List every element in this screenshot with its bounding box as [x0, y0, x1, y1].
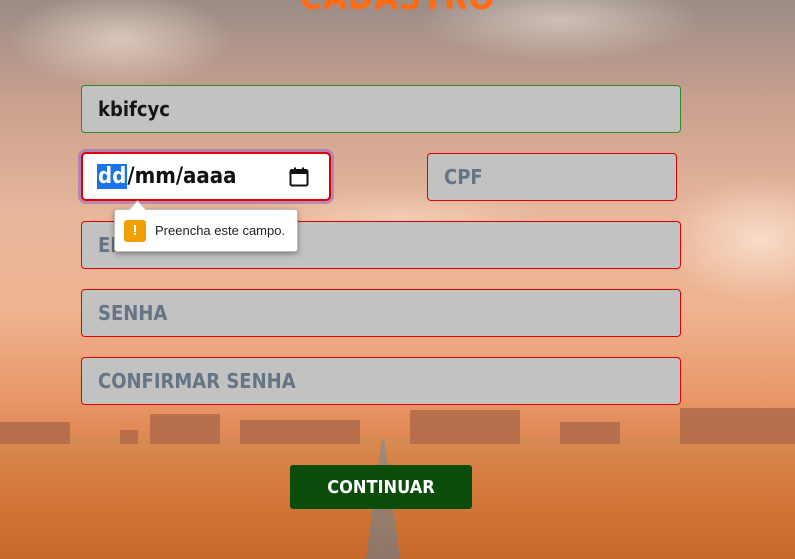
validation-message: Preencha este campo.	[155, 223, 286, 238]
cpf-placeholder: CPF	[444, 165, 483, 189]
password-placeholder: SENHA	[98, 301, 168, 325]
name-field-value: kbifcyc	[98, 97, 170, 121]
validation-tooltip: ! Preencha este campo.	[114, 209, 298, 252]
password-field[interactable]: SENHA	[81, 289, 681, 337]
warning-icon: !	[124, 219, 146, 242]
cpf-field[interactable]: CPF	[427, 153, 677, 201]
birthdate-field[interactable]: dd/mm/aaaa	[81, 152, 331, 201]
name-field[interactable]: kbifcyc	[81, 85, 681, 133]
confirm-password-placeholder: CONFIRMAR SENHA	[98, 369, 296, 393]
confirm-password-field[interactable]: CONFIRMAR SENHA	[81, 357, 681, 405]
continue-button[interactable]: CONTINUAR	[290, 465, 472, 509]
date-day-segment[interactable]: dd	[97, 164, 128, 189]
page-title: CADASTRO	[0, 0, 795, 18]
date-rest-segment[interactable]: /mm/aaaa	[127, 164, 236, 189]
calendar-icon[interactable]	[289, 167, 309, 187]
